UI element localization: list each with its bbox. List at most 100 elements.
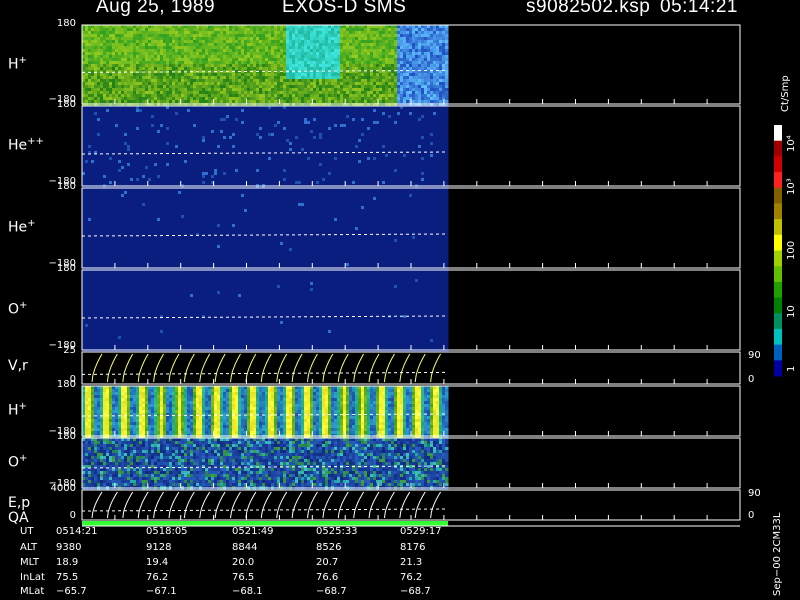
heat-cell-h	[85, 43, 89, 47]
heat-cell-h	[274, 46, 278, 50]
heat-cell-h	[430, 40, 434, 44]
heat-cell-h	[127, 31, 131, 35]
heat-cell-h	[241, 73, 245, 77]
heat-cell-h	[235, 85, 239, 89]
heat-cell-h	[328, 43, 332, 47]
heat-cell-hepp	[259, 136, 263, 140]
heat-cell-h	[172, 40, 176, 44]
heat-cell-h	[292, 73, 296, 77]
heat-cell-h	[160, 61, 164, 65]
heat-cell-h	[316, 28, 320, 32]
heat-cell-h	[247, 97, 251, 101]
heat-cell-h	[388, 88, 392, 92]
heat-cell-h	[280, 28, 284, 32]
heat-cell-h	[256, 79, 260, 83]
heat-cell-hepp	[373, 106, 377, 110]
heat-cell-h	[220, 40, 224, 44]
heat-cell-h	[241, 46, 245, 50]
heat-cell-h	[274, 40, 278, 44]
heat-cell-h	[208, 97, 212, 101]
heat-cell-hepp	[361, 112, 365, 116]
heat-cell-hepp	[139, 109, 143, 113]
heat-cell-h	[142, 25, 146, 29]
heat-cell-hepp	[325, 106, 329, 110]
heat-cell-h	[181, 58, 185, 62]
heat-cell-hepp	[358, 130, 362, 134]
heat-cell-h	[322, 46, 326, 50]
heat-cell-hepp	[400, 142, 404, 146]
heat-cell-h	[415, 31, 419, 35]
heat-cell-hepp	[91, 130, 95, 134]
heat-cell-hepp	[157, 115, 161, 119]
heat-cell-h	[367, 28, 371, 32]
heat-cell-h	[412, 46, 416, 50]
heat-cell-h	[220, 85, 224, 89]
heat-cell-h	[415, 43, 419, 47]
heat-cell-h	[325, 58, 329, 62]
heat-cell-hepp	[289, 139, 293, 143]
heat-cell-h	[217, 49, 221, 53]
heat-cell-h	[184, 97, 188, 101]
heat-cell-h	[277, 25, 281, 29]
heat-cell-h	[94, 76, 98, 80]
heat-cell-hepp	[343, 118, 347, 122]
heat-cell-h	[388, 58, 392, 62]
heat-cell-h	[379, 91, 383, 95]
heat-cell-h	[88, 64, 92, 68]
heat-cell-h	[337, 25, 341, 29]
heat-cell-hepp	[310, 118, 314, 122]
heat-cell-h	[235, 43, 239, 47]
heat-cell-h	[277, 28, 281, 32]
heat-cell-h	[247, 76, 251, 80]
heat-cell-h	[196, 91, 200, 95]
heat-cell-h	[445, 31, 449, 35]
heat-cell-h	[232, 40, 236, 44]
heat-cell-h	[322, 88, 326, 92]
heat-cell-h	[370, 40, 374, 44]
heat-cell-h	[124, 82, 128, 86]
heat-cell-hepp	[136, 121, 140, 125]
heat-cell-h	[412, 64, 416, 68]
heat-cell-h	[172, 37, 176, 41]
heat-cell-h	[292, 31, 296, 35]
heat-cell-hepp	[211, 124, 215, 128]
heat-cell-h	[130, 91, 134, 95]
heat-cell-h	[127, 55, 131, 59]
heat-cell-hepp	[418, 127, 422, 131]
heat-cell-hepp	[301, 121, 305, 125]
heat-cell-hepp	[385, 133, 389, 137]
heat-cell-h	[421, 82, 425, 86]
heat-cell-hepp	[175, 109, 179, 113]
heat-cell-h	[253, 94, 257, 98]
heat-cell-h	[220, 67, 224, 71]
heat-cell-h	[238, 76, 242, 80]
heat-cell-h	[379, 52, 383, 56]
heat-cell-h	[442, 61, 446, 65]
heat-cell-h	[310, 100, 314, 104]
heat-cell-hepp	[244, 145, 248, 149]
heat-cell-h	[121, 73, 125, 77]
heat-cell-h	[265, 79, 269, 83]
heat-cell-hepp	[202, 109, 206, 113]
heat-cell-h	[304, 28, 308, 32]
heat-cell-h	[166, 82, 170, 86]
heat-cell-h	[334, 31, 338, 35]
heat-cell-h	[109, 67, 113, 71]
heat-cell-h	[355, 91, 359, 95]
heat-cell-h	[103, 91, 107, 95]
heat-cell-h	[400, 91, 404, 95]
heat-cell-h	[217, 82, 221, 86]
heat-cell-h	[163, 82, 167, 86]
heat-cell-h	[367, 85, 371, 89]
heat-cell-h	[124, 31, 128, 35]
heat-cell-h	[226, 100, 230, 104]
heat-cell-h	[184, 49, 188, 53]
heat-cell-h	[142, 76, 146, 80]
heat-cell-hepp	[415, 112, 419, 116]
heat-cell-hepp	[250, 109, 254, 113]
heat-cell-h	[340, 88, 344, 92]
heat-cell-hepp	[265, 139, 269, 143]
heat-cell-hepp	[352, 145, 356, 149]
heat-cell-h	[202, 52, 206, 56]
heat-cell-h	[316, 67, 320, 71]
